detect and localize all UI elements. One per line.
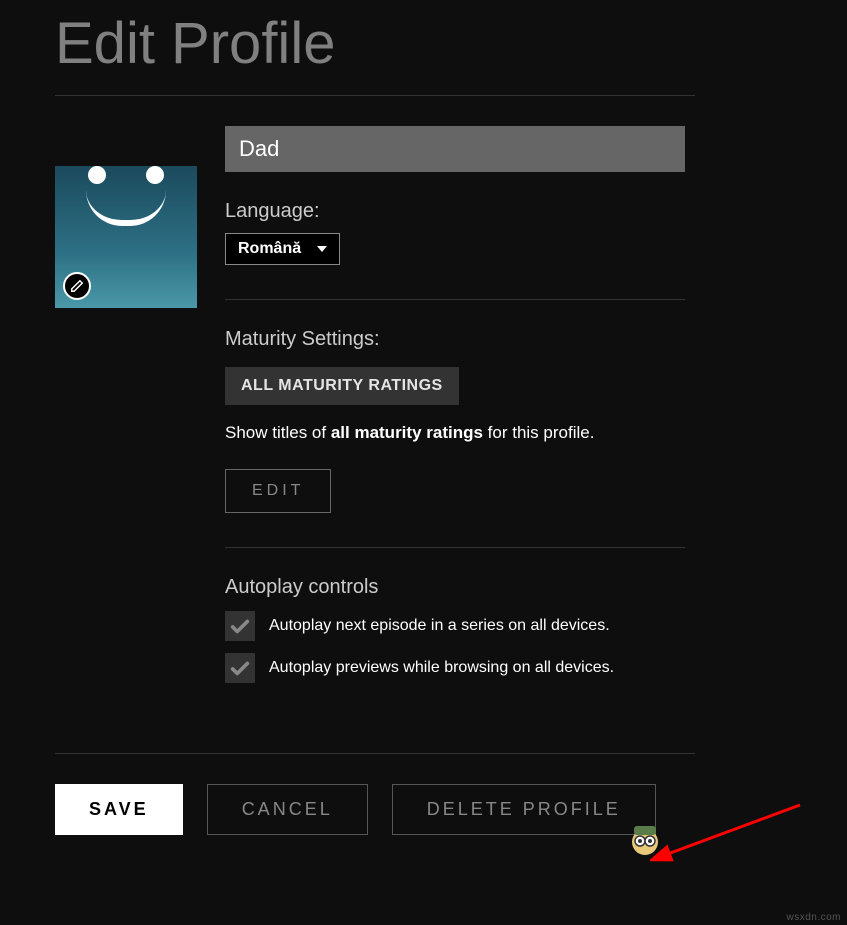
watermark: wsxdn.com [786, 912, 841, 923]
page-title: Edit Profile [55, 10, 792, 77]
avatar-eye-left [88, 166, 106, 184]
cancel-button[interactable]: CANCEL [207, 784, 368, 835]
avatar-smile [86, 190, 166, 226]
save-button[interactable]: SAVE [55, 784, 183, 835]
language-label: Language: [225, 200, 685, 223]
avatar-eye-right [146, 166, 164, 184]
edit-maturity-button[interactable]: EDIT [225, 469, 331, 513]
divider [55, 95, 695, 96]
delete-profile-button[interactable]: DELETE PROFILE [392, 784, 656, 835]
autoplay-next-episode-checkbox[interactable] [225, 611, 255, 641]
chevron-down-icon [317, 246, 327, 252]
divider [225, 299, 685, 300]
autoplay-next-episode-label: Autoplay next episode in a series on all… [269, 617, 610, 635]
avatar-face-eyes [88, 166, 164, 184]
edit-avatar-button[interactable] [63, 272, 91, 300]
divider [225, 547, 685, 548]
autoplay-previews-label: Autoplay previews while browsing on all … [269, 659, 614, 677]
maturity-description: Show titles of all maturity ratings for … [225, 423, 685, 443]
maturity-desc-bold: all maturity ratings [331, 423, 483, 442]
divider [55, 753, 695, 754]
maturity-desc-suffix: for this profile. [483, 423, 595, 442]
maturity-label: Maturity Settings: [225, 328, 685, 351]
avatar[interactable] [55, 166, 197, 308]
pencil-icon [70, 279, 84, 293]
check-icon [229, 615, 251, 637]
language-selected: Română [238, 240, 301, 258]
action-button-row: SAVE CANCEL DELETE PROFILE [0, 784, 847, 855]
autoplay-label: Autoplay controls [225, 576, 685, 599]
autoplay-previews-checkbox[interactable] [225, 653, 255, 683]
maturity-desc-prefix: Show titles of [225, 423, 331, 442]
check-icon [229, 657, 251, 679]
profile-name-input[interactable] [225, 126, 685, 172]
maturity-rating-pill: ALL MATURITY RATINGS [225, 367, 459, 405]
language-dropdown[interactable]: Română [225, 233, 340, 265]
